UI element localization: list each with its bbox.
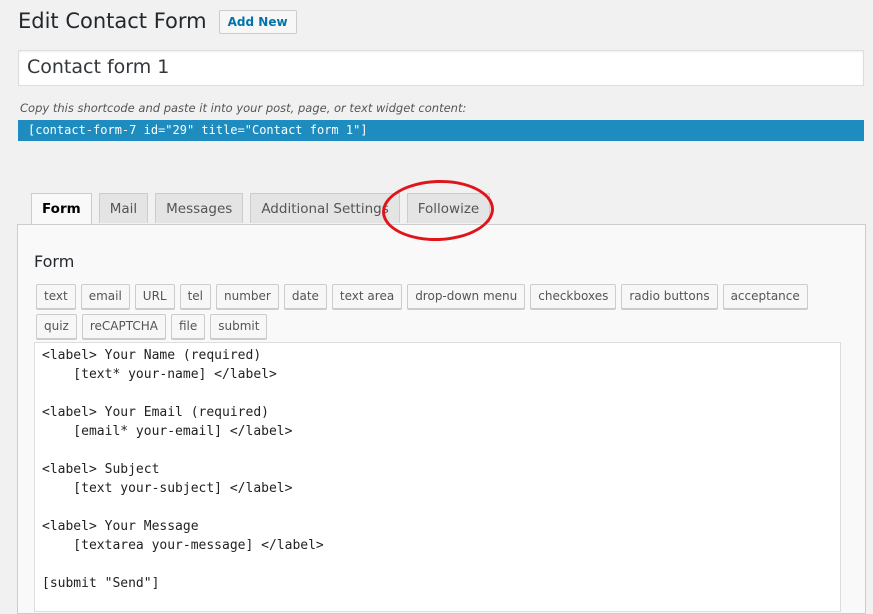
tab-mail[interactable]: Mail: [98, 193, 149, 223]
tag-button-checkboxes[interactable]: checkboxes: [530, 284, 617, 309]
tag-button-email[interactable]: email: [80, 284, 130, 309]
form-title-input[interactable]: Contact form 1: [18, 50, 864, 86]
page-title: Edit Contact Form: [18, 9, 207, 33]
tab-messages[interactable]: Messages: [155, 193, 244, 223]
tag-button-date[interactable]: date: [283, 284, 327, 309]
tag-button-submit[interactable]: submit: [210, 314, 268, 339]
tab-form[interactable]: Form: [31, 193, 92, 225]
shortcode-description: Copy this shortcode and paste it into yo…: [20, 101, 467, 115]
tag-button-number[interactable]: number: [216, 284, 279, 309]
panel-title: Form: [34, 252, 75, 271]
tag-button-dropdown[interactable]: drop-down menu: [407, 284, 526, 309]
tag-button-text[interactable]: text: [36, 284, 76, 309]
form-template-editor[interactable]: <label> Your Name (required) [text* your…: [34, 342, 841, 612]
tag-button-url[interactable]: URL: [134, 284, 175, 309]
add-new-button[interactable]: Add New: [218, 10, 297, 34]
tag-button-file[interactable]: file: [170, 314, 206, 339]
page-header: Edit Contact Form Add New: [18, 8, 297, 34]
form-panel: Form text email URL tel number date text…: [17, 224, 866, 614]
tag-button-textarea[interactable]: text area: [331, 284, 403, 309]
tab-additional-settings[interactable]: Additional Settings: [250, 193, 400, 223]
tag-generator-buttons: text email URL tel number date text area…: [36, 284, 836, 344]
tag-button-recaptcha[interactable]: reCAPTCHA: [81, 314, 166, 339]
tag-button-acceptance[interactable]: acceptance: [722, 284, 808, 309]
shortcode-field[interactable]: [contact-form-7 id="29" title="Contact f…: [18, 120, 864, 141]
tag-button-radio[interactable]: radio buttons: [621, 284, 718, 309]
tag-button-quiz[interactable]: quiz: [36, 314, 77, 339]
tag-button-tel[interactable]: tel: [179, 284, 212, 309]
